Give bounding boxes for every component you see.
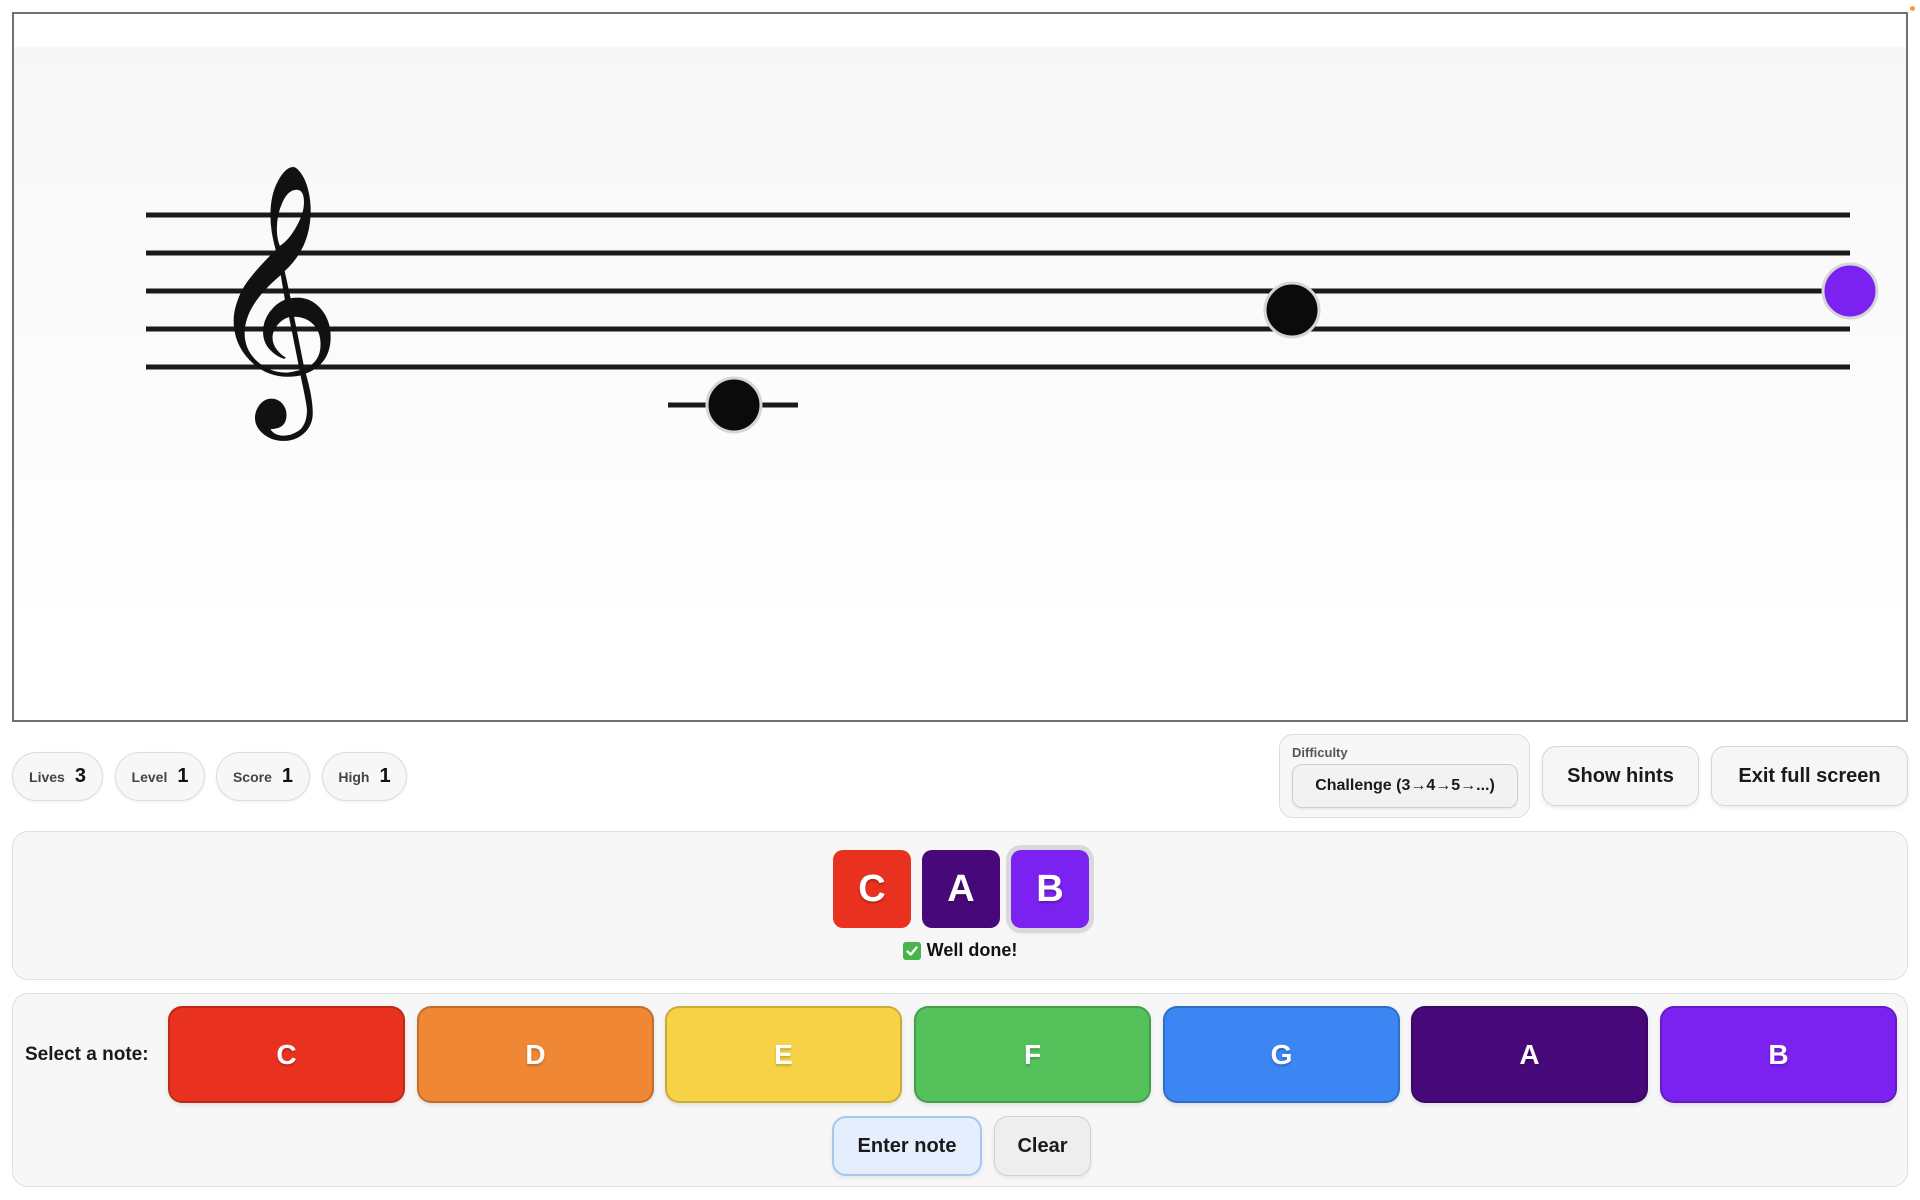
level-stat: Level 1: [115, 752, 205, 801]
difficulty-control: Difficulty Challenge (3→4→5→...): [1279, 734, 1530, 818]
select-note-label: Select a note:: [25, 1044, 149, 1065]
enter-note-button[interactable]: Enter note: [832, 1116, 982, 1176]
difficulty-select[interactable]: Challenge (3→4→5→...): [1292, 764, 1518, 808]
note-button-c[interactable]: C: [168, 1006, 405, 1103]
score-stat: Score 1: [216, 752, 310, 801]
note-button-d[interactable]: D: [417, 1006, 654, 1103]
feedback-message: Well done!: [13, 940, 1907, 961]
difficulty-label: Difficulty: [1292, 745, 1348, 760]
score-value: 1: [281, 765, 294, 787]
answer-chip-c: C: [833, 850, 911, 928]
staff-note-b-current: [1821, 262, 1879, 320]
high-stat: High 1: [322, 752, 407, 801]
staff-canvas: 𝄞: [12, 12, 1908, 722]
answer-chip-a: A: [922, 850, 1000, 928]
lives-label: Lives: [29, 768, 65, 785]
note-select-panel: Select a note: C D E F G A B Enter note …: [12, 993, 1908, 1187]
window-indicator: [1910, 6, 1915, 11]
lives-value: 3: [74, 765, 86, 787]
answer-chip-b: B: [1011, 850, 1089, 928]
music-staff: 𝄞: [146, 162, 1879, 441]
lives-stat: Lives 3: [12, 752, 103, 801]
staff-note-a: [1263, 281, 1321, 339]
clear-button[interactable]: Clear: [994, 1116, 1091, 1176]
check-icon: [902, 941, 921, 960]
note-button-a[interactable]: A: [1411, 1006, 1648, 1103]
feedback-text: Well done!: [926, 940, 1018, 960]
level-label: Level: [131, 768, 168, 785]
exit-fullscreen-button[interactable]: Exit full screen: [1711, 746, 1908, 806]
note-button-g[interactable]: G: [1163, 1006, 1400, 1103]
note-button-f[interactable]: F: [914, 1006, 1151, 1103]
note-button-b[interactable]: B: [1660, 1006, 1897, 1103]
staff-lines: [146, 212, 1850, 370]
note-button-e[interactable]: E: [665, 1006, 902, 1103]
answer-panel: C A B Well done!: [12, 831, 1908, 980]
show-hints-button[interactable]: Show hints: [1542, 746, 1699, 806]
treble-clef-icon: 𝄞: [206, 162, 342, 441]
level-value: 1: [177, 765, 189, 787]
staff-note-c: [705, 376, 763, 434]
score-label: Score: [232, 768, 272, 785]
high-value: 1: [379, 765, 391, 787]
high-label: High: [338, 768, 370, 785]
